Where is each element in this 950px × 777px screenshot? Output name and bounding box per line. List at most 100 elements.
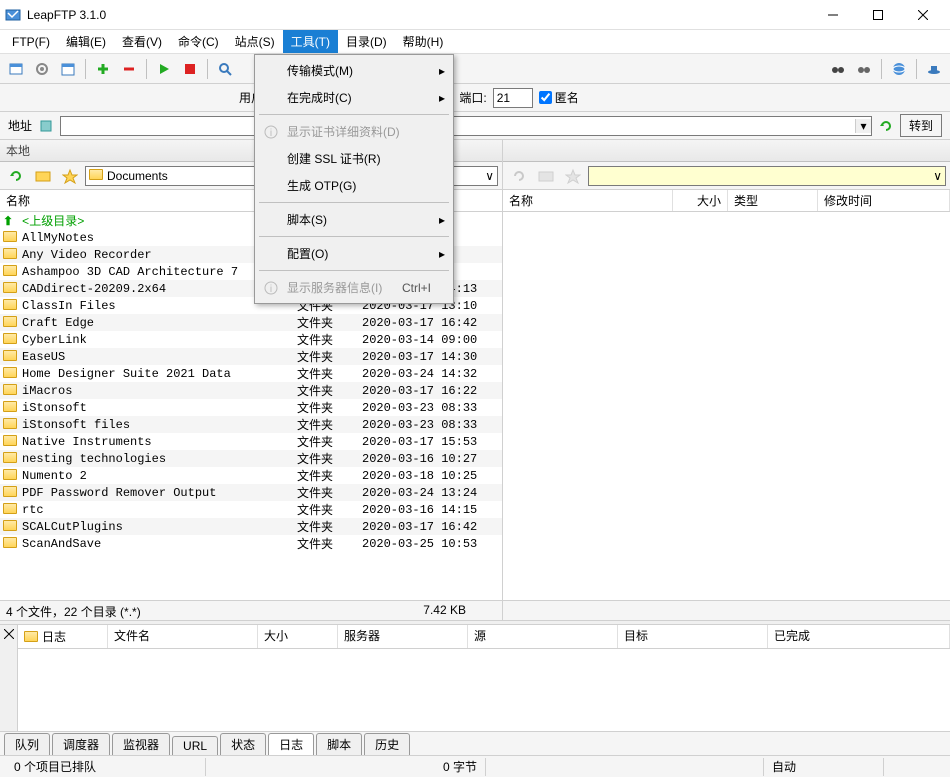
menu-item-3[interactable]: 命令(C) (170, 30, 227, 53)
go-button[interactable]: 转到 (900, 114, 942, 137)
file-row[interactable]: SCALCutPlugins文件夹2020-03-17 16:42 (0, 518, 502, 535)
star-remote-icon[interactable] (561, 164, 585, 188)
remote-path-combo[interactable]: ∨ (588, 166, 946, 186)
file-row[interactable]: iMacros文件夹2020-03-17 16:22 (0, 382, 502, 399)
svg-text:i: i (270, 284, 272, 295)
menu-item-4[interactable]: 站点(S) (227, 30, 283, 53)
remote-pane: ∨ 名称 大小 类型 修改时间 (503, 140, 950, 620)
rcol-name[interactable]: 名称 (503, 190, 673, 211)
port-input[interactable] (493, 88, 533, 108)
file-row[interactable]: Home Designer Suite 2021 Data文件夹2020-03-… (0, 365, 502, 382)
dropdown-item[interactable]: 配置(O)▸ (257, 240, 451, 267)
lcol-done[interactable]: 已完成 (768, 625, 950, 648)
log-columns: 日志 文件名 大小 服务器 源 目标 已完成 (18, 625, 950, 649)
app-icon (5, 7, 21, 23)
binoculars-icon[interactable] (826, 57, 850, 81)
anonymous-checkbox[interactable]: 匿名 (539, 89, 579, 106)
binoculars2-icon[interactable] (852, 57, 876, 81)
menu-item-6[interactable]: 目录(D) (338, 30, 395, 53)
tools-dropdown: 传输模式(M)▸在完成时(C)▸ i显示证书详细资料(D)创建 SSL 证书(R)… (254, 54, 454, 304)
dropdown-item[interactable]: 在完成时(C)▸ (257, 84, 451, 111)
refresh-local-icon[interactable] (4, 164, 28, 188)
lcol-server[interactable]: 服务器 (338, 625, 468, 648)
rcol-date[interactable]: 修改时间 (818, 190, 950, 211)
globe-icon[interactable] (887, 57, 911, 81)
remote-header (503, 140, 950, 162)
titlebar: LeapFTP 3.1.0 (0, 0, 950, 30)
hat-icon[interactable] (922, 57, 946, 81)
refresh-icon[interactable] (878, 118, 894, 134)
remote-columns: 名称 大小 类型 修改时间 (503, 190, 950, 212)
status-auto: 自动 (764, 758, 884, 776)
address-label: 地址 (8, 117, 32, 134)
rcol-type[interactable]: 类型 (728, 190, 818, 211)
site-manager-icon[interactable] (4, 57, 28, 81)
dropdown-item: i显示证书详细资料(D) (257, 118, 451, 145)
lcol-target[interactable]: 目标 (618, 625, 768, 648)
folder-up-icon[interactable] (31, 164, 55, 188)
minimize-button[interactable] (810, 1, 855, 29)
file-row[interactable]: Craft Edge文件夹2020-03-17 16:42 (0, 314, 502, 331)
file-row[interactable]: CyberLink文件夹2020-03-14 09:00 (0, 331, 502, 348)
close-button[interactable] (900, 1, 945, 29)
remote-file-list[interactable] (503, 212, 950, 600)
status-bytes: 0 字节 (206, 758, 486, 776)
lcol-source[interactable]: 源 (468, 625, 618, 648)
file-row[interactable]: iStonsoft文件夹2020-03-23 08:33 (0, 399, 502, 416)
address-combo[interactable]: ▾ (60, 116, 872, 136)
dropdown-item[interactable]: 脚本(S)▸ (257, 206, 451, 233)
file-row[interactable]: Numento 2文件夹2020-03-18 10:25 (0, 467, 502, 484)
log-body[interactable] (18, 649, 950, 731)
menu-item-7[interactable]: 帮助(H) (395, 30, 452, 53)
remove-icon[interactable] (117, 57, 141, 81)
address-toolbar: 地址 ▾ 转到 (0, 112, 950, 140)
dropdown-item: i显示服务器信息(I)Ctrl+I (257, 274, 451, 301)
add-icon[interactable] (91, 57, 115, 81)
file-row[interactable]: Native Instruments文件夹2020-03-17 15:53 (0, 433, 502, 450)
statusbar: 0 个项目已排队 0 字节 自动 (0, 755, 950, 777)
port-label: 端口: (459, 89, 486, 106)
bottom-tabs: 队列调度器监视器URL状态日志脚本历史 (0, 731, 950, 755)
file-row[interactable]: rtc文件夹2020-03-16 14:15 (0, 501, 502, 518)
menu-item-1[interactable]: 编辑(E) (58, 30, 114, 53)
file-row[interactable]: iStonsoft files文件夹2020-03-23 08:33 (0, 416, 502, 433)
svg-text:i: i (270, 128, 272, 139)
menu-item-0[interactable]: FTP(F) (4, 32, 58, 52)
folder-remote-icon[interactable] (534, 164, 558, 188)
play-icon[interactable] (152, 57, 176, 81)
maximize-button[interactable] (855, 1, 900, 29)
lcol-size[interactable]: 大小 (258, 625, 338, 648)
calendar-icon[interactable] (56, 57, 80, 81)
refresh-remote-icon[interactable] (507, 164, 531, 188)
col-name[interactable]: 名称 (0, 190, 280, 211)
connection-toolbar: 用户: 端口: 匿名 (0, 84, 950, 112)
remote-toolbar: ∨ (503, 162, 950, 190)
main-toolbar (0, 54, 950, 84)
stop-icon[interactable] (178, 57, 202, 81)
star-icon[interactable] (58, 164, 82, 188)
rcol-size[interactable]: 大小 (673, 190, 728, 211)
dropdown-item[interactable]: 传输模式(M)▸ (257, 57, 451, 84)
file-row[interactable]: ScanAndSave文件夹2020-03-25 10:53 (0, 535, 502, 552)
gear-icon[interactable] (30, 57, 54, 81)
cube-icon (38, 118, 54, 134)
main-area: 本地 Documents ∨ 名称 ⬆<上级目录>AllMyNotesAny V… (0, 140, 950, 620)
dropdown-item[interactable]: 生成 OTP(G) (257, 172, 451, 199)
menubar: FTP(F)编辑(E)查看(V)命令(C)站点(S)工具(T)目录(D)帮助(H… (0, 30, 950, 54)
lcol-log[interactable]: 日志 (18, 625, 108, 648)
lcol-file[interactable]: 文件名 (108, 625, 258, 648)
folder-icon (89, 169, 103, 183)
local-status: 4 个文件，22 个目录 (*.*) 7.42 KB (0, 600, 502, 620)
bottom-tab-URL[interactable]: URL (172, 736, 218, 755)
file-row[interactable]: nesting technologies文件夹2020-03-16 10:27 (0, 450, 502, 467)
menu-item-2[interactable]: 查看(V) (114, 30, 170, 53)
close-panel-button[interactable] (0, 625, 18, 731)
file-row[interactable]: PDF Password Remover Output文件夹2020-03-24… (0, 484, 502, 501)
search-icon[interactable] (213, 57, 237, 81)
dropdown-item[interactable]: 创建 SSL 证书(R) (257, 145, 451, 172)
remote-status (503, 600, 950, 620)
status-queue: 0 个项目已排队 (6, 758, 206, 776)
menu-item-5[interactable]: 工具(T) (283, 30, 338, 53)
file-row[interactable]: EaseUS文件夹2020-03-17 14:30 (0, 348, 502, 365)
bottom-area: 日志 文件名 大小 服务器 源 目标 已完成 队列调度器监视器URL状态日志脚本… (0, 625, 950, 755)
